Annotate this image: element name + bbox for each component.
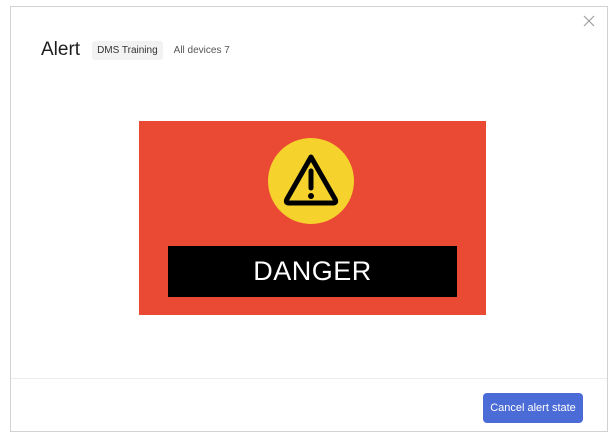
warning-triangle-icon <box>283 154 339 206</box>
modal-header: Alert DMS Training All devices 7 <box>41 39 230 61</box>
footer-divider <box>11 378 607 379</box>
close-icon[interactable] <box>581 13 597 29</box>
alert-modal: Alert DMS Training All devices 7 DANGER … <box>10 6 608 432</box>
danger-sign-image: DANGER <box>139 121 486 315</box>
warning-circle <box>268 138 354 224</box>
cancel-alert-button[interactable]: Cancel alert state <box>483 393 583 423</box>
danger-banner: DANGER <box>168 246 457 297</box>
training-tag: DMS Training <box>92 40 163 60</box>
modal-title: Alert <box>41 39 81 60</box>
devices-count: All devices 7 <box>173 44 230 56</box>
